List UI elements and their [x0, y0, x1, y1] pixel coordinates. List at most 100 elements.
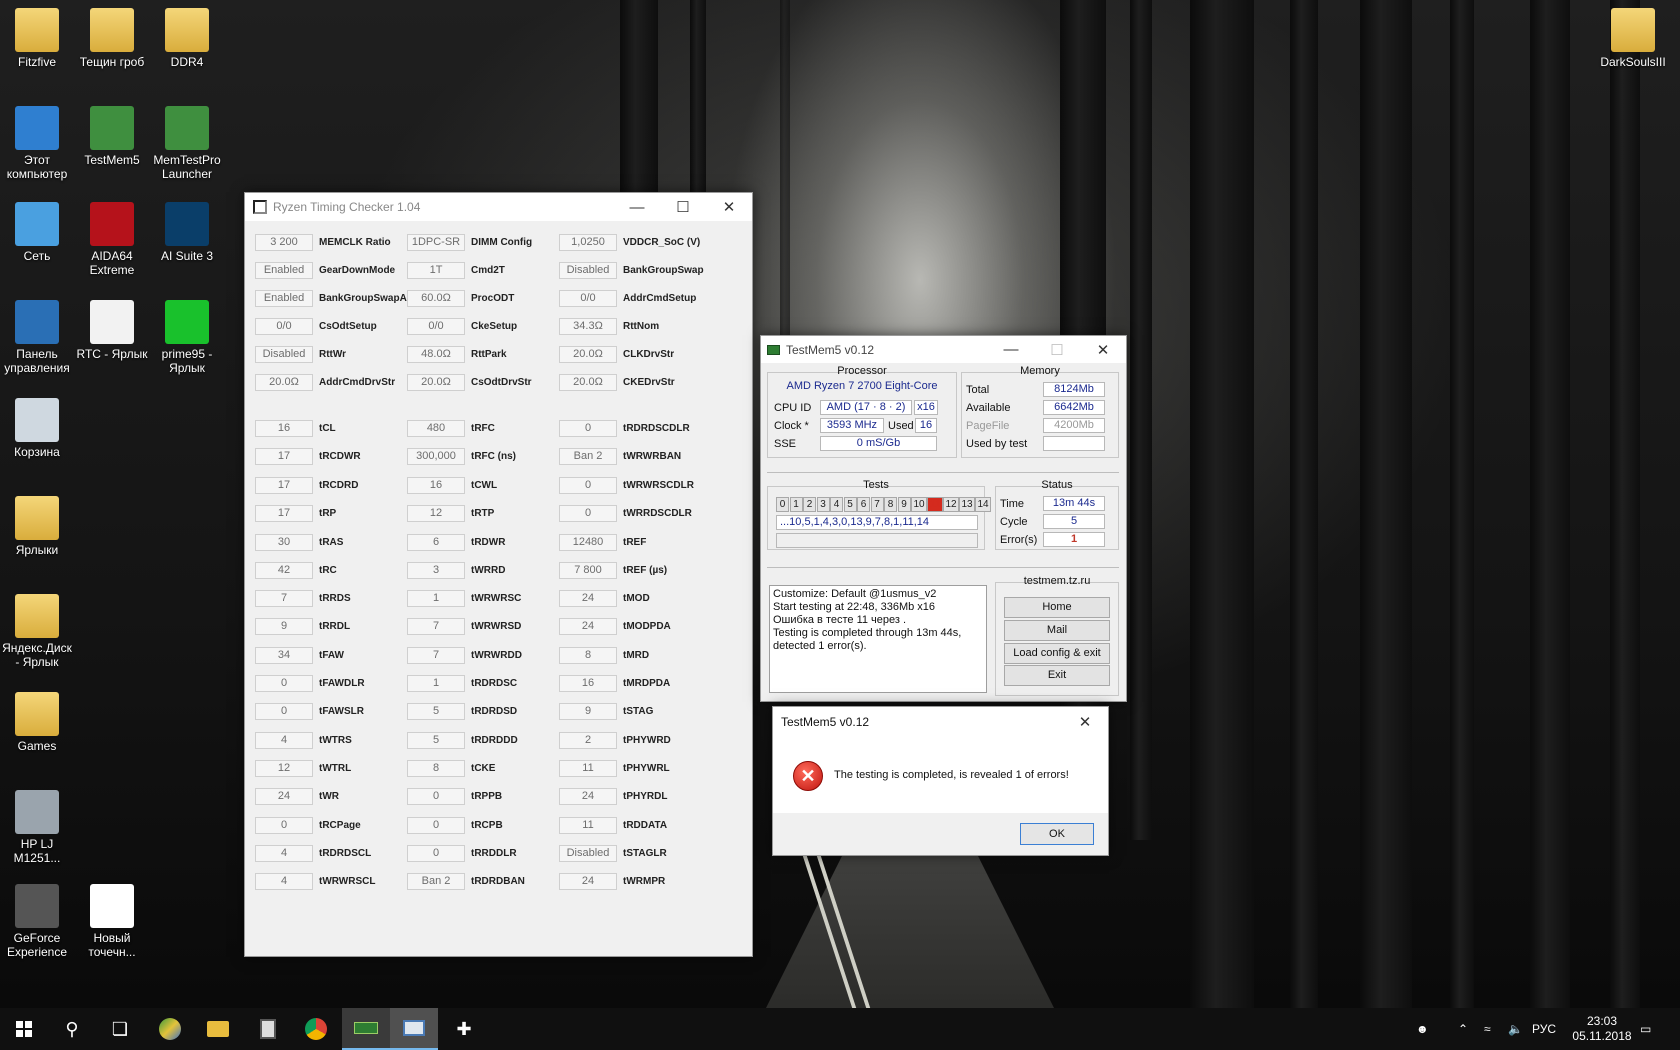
desktop-icon[interactable]: Сеть	[0, 202, 74, 263]
status-title: Status	[1041, 479, 1073, 491]
timing-value: 20.0Ω	[559, 345, 617, 363]
testmem5-icon[interactable]	[342, 1008, 390, 1050]
mail-button[interactable]: Mail	[1004, 620, 1110, 641]
rtc-titlebar[interactable]: Ryzen Timing Checker 1.04 — ☐ ✕	[245, 193, 752, 221]
show-hidden-icon[interactable]: ⌃	[1458, 1008, 1468, 1050]
timing-name: tSTAG	[623, 705, 654, 717]
test-indicator: 14	[975, 497, 991, 512]
timing-name: tPHYWRD	[623, 734, 671, 746]
geforce-icon	[15, 884, 59, 928]
divider	[767, 567, 1119, 568]
close-icon[interactable]: ✕	[1080, 336, 1126, 364]
tm5-titlebar[interactable]: TestMem5 v0.12 — ☐ ✕	[761, 336, 1126, 363]
calculator-icon[interactable]	[244, 1008, 292, 1050]
desktop-icon[interactable]: Яндекс.Диск - Ярлык	[0, 594, 74, 669]
desktop-icon[interactable]: TestMem5	[75, 106, 149, 167]
timing-name: tPHYRDL	[623, 790, 668, 802]
rtc-icon[interactable]	[390, 1008, 438, 1050]
clock[interactable]: 23:03 05.11.2018	[1572, 1008, 1632, 1050]
timing-name: tRRDL	[319, 620, 351, 632]
desktop-icon[interactable]: prime95 - Ярлык	[150, 300, 224, 375]
minimize-icon[interactable]: —	[614, 193, 660, 221]
notifications-icon[interactable]: ▭	[1640, 1008, 1651, 1050]
desktop-icon[interactable]: Games	[0, 692, 74, 753]
close-icon[interactable]: ✕	[706, 193, 752, 221]
timing-name: tRCDRD	[319, 479, 359, 491]
timing-name: BankGroupSwap	[623, 264, 704, 276]
timing-value: 16	[407, 476, 465, 494]
timing-row: 0 tRPPB	[407, 787, 502, 805]
timing-row: 17 tRP	[255, 504, 336, 522]
desktop-icon[interactable]: Панель управления	[0, 300, 74, 375]
timing-value: 17	[255, 476, 313, 494]
test-sequence-field: ...10,5,1,4,3,0,13,9,7,8,1,11,14	[776, 515, 978, 530]
timing-value: Ban 2	[559, 447, 617, 465]
maps-icon[interactable]	[146, 1008, 194, 1050]
timing-row: 8 tCKE	[407, 759, 495, 777]
folder-icon	[90, 8, 134, 52]
desktop-icon[interactable]: Fitzfive	[0, 8, 74, 69]
task-view-icon[interactable]: ❏	[96, 1008, 144, 1050]
test-indicator: 12	[943, 497, 959, 512]
timing-name: tWRWRSCDLR	[623, 479, 694, 491]
ok-button[interactable]: OK	[1020, 823, 1094, 845]
network-icon[interactable]: ≈	[1484, 1008, 1491, 1050]
timing-row: 9 tRRDL	[255, 617, 350, 635]
desktop-icon[interactable]: Корзина	[0, 398, 74, 459]
minimize-icon[interactable]: —	[988, 336, 1034, 364]
load-config-exit-button[interactable]: Load config & exit	[1004, 643, 1110, 664]
timing-value: 0	[255, 674, 313, 692]
timing-row: 1 tWRWRSC	[407, 589, 521, 607]
start-icon[interactable]	[0, 1008, 48, 1050]
timing-value: 11	[559, 816, 617, 834]
log-output[interactable]: Customize: Default @1usmus_v2 Start testi…	[769, 585, 987, 693]
desktop-icon[interactable]: DDR4	[150, 8, 224, 69]
volume-icon[interactable]: 🔈	[1508, 1008, 1523, 1050]
timing-value: 34	[255, 646, 313, 664]
people-icon[interactable]: ☻	[1416, 1008, 1429, 1050]
dialog-titlebar[interactable]: TestMem5 v0.12 ✕	[773, 707, 1108, 737]
desktop-icon[interactable]: RTC - Ярлык	[75, 300, 149, 361]
timing-name: tRCDWR	[319, 450, 361, 462]
timing-row: 3 200 MEMCLK Ratio	[255, 233, 391, 251]
links-title: testmem.tz.ru	[1023, 575, 1091, 587]
close-icon[interactable]: ✕	[1062, 708, 1108, 736]
timing-row: 2 tPHYWRD	[559, 731, 671, 749]
desktop-icon[interactable]: AIDA64 Extreme	[75, 202, 149, 277]
timing-value: 8	[407, 759, 465, 777]
timing-name: tRC	[319, 564, 337, 576]
chrome-icon[interactable]	[292, 1008, 340, 1050]
timing-row: 16 tCL	[255, 419, 336, 437]
timing-name: tSTAGLR	[623, 847, 667, 859]
explorer-icon[interactable]	[194, 1008, 242, 1050]
maximize-icon[interactable]: ☐	[660, 193, 706, 221]
timing-value: 24	[255, 787, 313, 805]
home-button[interactable]: Home	[1004, 597, 1110, 618]
timing-row: 24 tPHYRDL	[559, 787, 667, 805]
timing-value: 12	[407, 504, 465, 522]
control-panel-icon	[15, 300, 59, 344]
desktop-icon-label: DDR4	[170, 55, 204, 69]
timing-row: Enabled GearDownMode	[255, 261, 395, 279]
desktop-icon-label: MemTestPro Launcher	[153, 153, 221, 181]
desktop-icon[interactable]: Этот компьютер	[0, 106, 74, 181]
test-indicator: 13	[959, 497, 975, 512]
desktop-icon[interactable]: AI Suite 3	[150, 202, 224, 263]
language-indicator[interactable]: РУС	[1532, 1008, 1556, 1050]
exit-button[interactable]: Exit	[1004, 665, 1110, 686]
desktop-icon[interactable]: HP LJ M1251...	[0, 790, 74, 865]
timing-name: VDDCR_SoC (V)	[623, 236, 701, 248]
search-icon[interactable]: ⚲	[48, 1008, 96, 1050]
desktop-icon[interactable]: DarkSoulsIII	[1596, 8, 1670, 69]
tests-title: Tests	[863, 479, 889, 491]
snipping-icon[interactable]: ✚	[440, 1008, 488, 1050]
timing-name: tPHYWRL	[623, 762, 670, 774]
timing-value: 1	[407, 674, 465, 692]
desktop-icon[interactable]: GeForce Experience	[0, 884, 74, 959]
tm5-title: TestMem5 v0.12	[786, 342, 875, 357]
timing-row: 4 tWTRS	[255, 731, 352, 749]
desktop-icon[interactable]: Ярлыки	[0, 496, 74, 557]
desktop-icon[interactable]: Новый точечн...	[75, 884, 149, 959]
desktop-icon[interactable]: Тещин гроб	[75, 8, 149, 69]
desktop-icon[interactable]: MemTestPro Launcher	[150, 106, 224, 181]
